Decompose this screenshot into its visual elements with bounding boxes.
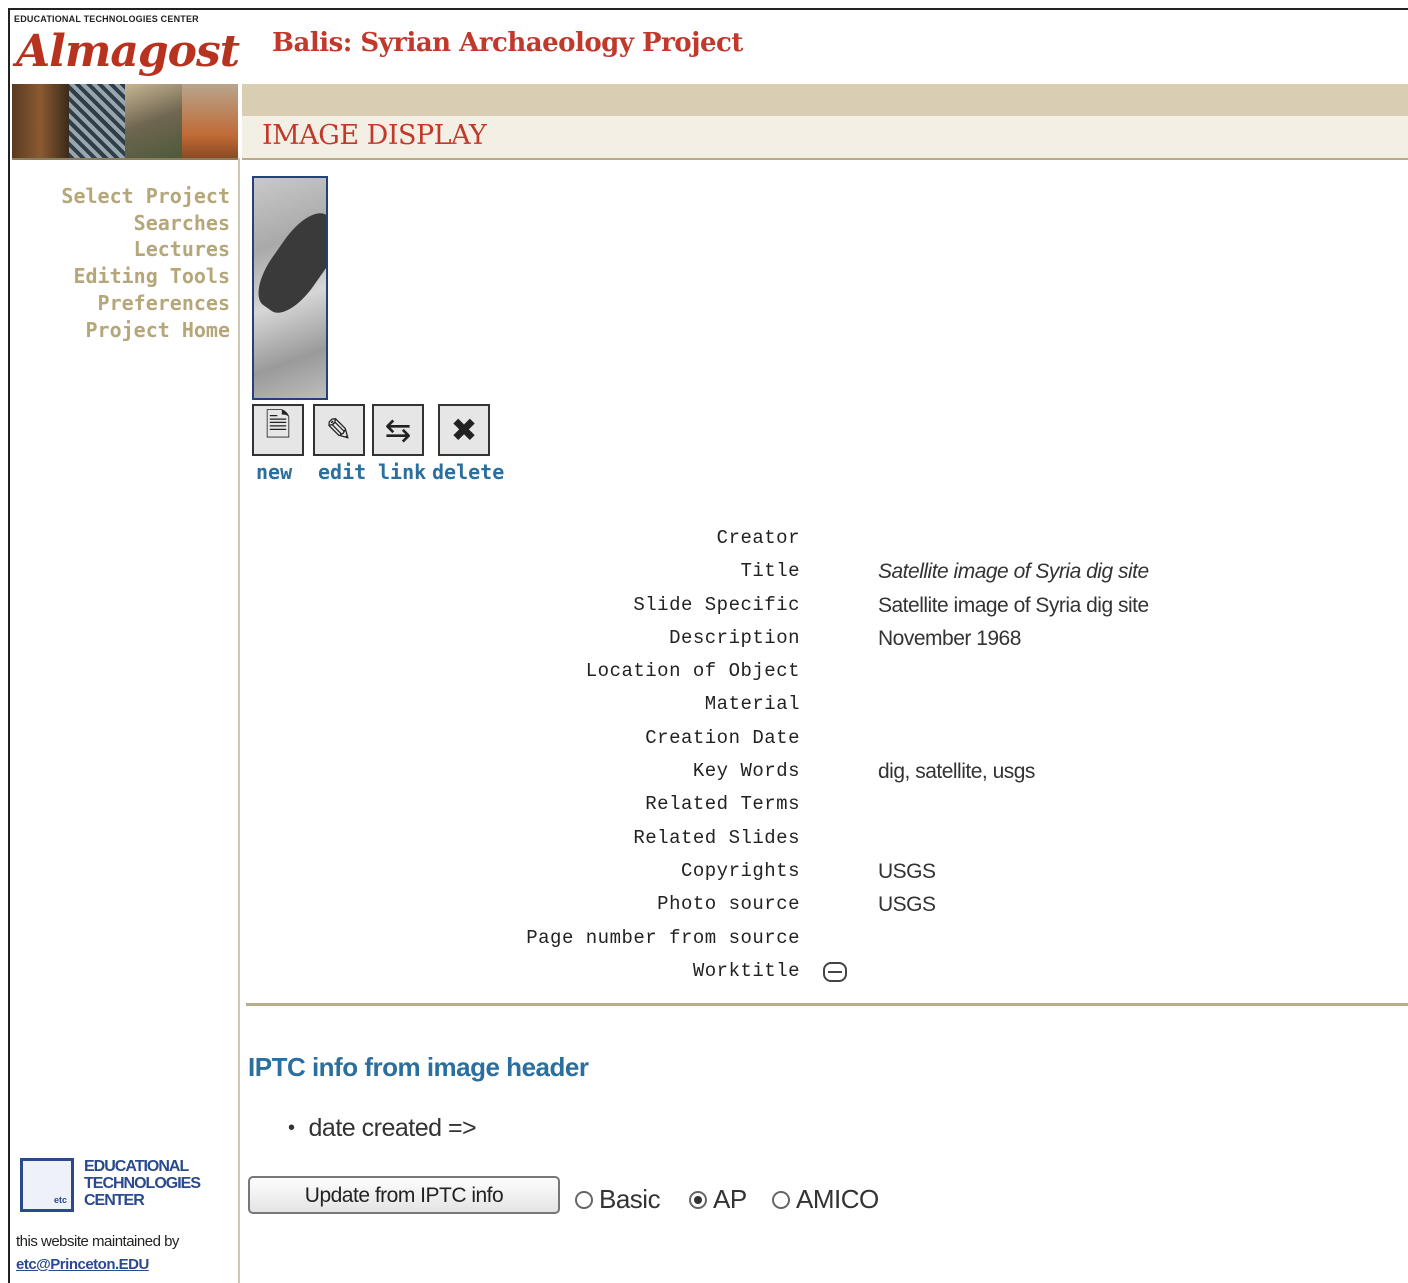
table-row: Location of Object [240,660,1340,693]
metadata-table: Creator Title Satellite image of Syria d… [240,527,1340,993]
field-label: Photo source [657,893,800,916]
field-value: Satellite image of Syria dig site [878,593,1149,617]
delete-link[interactable]: delete [432,460,504,484]
sidebar-item-project-home[interactable]: Project Home [61,317,231,344]
radio-basic-label: Basic [599,1184,661,1214]
radio-ap-label: AP [713,1184,747,1214]
radio-amico-label: AMICO [796,1184,879,1214]
logo-org-text: EDUCATIONAL TECHNOLOGIES CENTER [14,14,199,24]
field-label: Material [704,693,800,716]
almagost-logo[interactable]: EDUCATIONAL TECHNOLOGIES CENTER Almagost [12,12,240,158]
table-row: Related Slides [240,827,1340,860]
logo-wordmark: Almagost [16,26,240,77]
update-from-iptc-button[interactable]: Update from IPTC info [248,1176,560,1214]
table-row: Key Words dig, satellite, usgs [240,760,1340,793]
table-row: Copyrights USGS [240,860,1340,893]
field-label: Title [740,560,800,583]
field-label: Key Words [692,760,800,783]
link-link[interactable]: link [378,460,426,484]
etc-name-line: TECHNOLOGIES [84,1175,201,1192]
edit-link[interactable]: edit [318,460,366,484]
logo-collage-image [12,84,238,158]
field-label: Slide Specific [633,593,800,616]
new-link[interactable]: new [256,460,292,484]
field-value: dig, satellite, usgs [878,760,1035,784]
iptc-heading: IPTC info from image header [248,1052,589,1082]
etc-logo-text: etc [53,1195,67,1205]
sidebar-item-select-project[interactable]: Select Project [61,183,230,210]
table-row: Slide Specific Satellite image of Syria … [240,594,1340,627]
delete-icon[interactable]: ✖ [438,404,490,456]
table-row: Material [240,693,1340,726]
etc-name-line: EDUCATIONAL [84,1158,189,1175]
radio-ap[interactable]: AP [689,1184,747,1215]
field-label: Description [669,626,800,649]
etc-logo[interactable]: etc [20,1158,74,1212]
image-thumbnail[interactable] [252,176,328,400]
table-row: Photo source USGS [240,893,1340,926]
table-row: Page number from source [240,927,1340,960]
table-row: Title Satellite image of Syria dig site [240,560,1340,593]
table-row: Creator [240,527,1340,560]
radio-amico[interactable]: AMICO [772,1184,879,1215]
table-row: Related Terms [240,793,1340,826]
sidebar-item-preferences[interactable]: Preferences [61,290,230,317]
section-divider [246,1003,1408,1006]
field-label: Creation Date [645,726,800,749]
contact-email-link[interactable]: etc@Princeton.EDU [16,1256,149,1273]
sidebar-top-rule [12,158,240,160]
link-icon[interactable]: ⇆ [372,404,424,456]
radio-amico-circle[interactable] [772,1190,790,1209]
radio-ap-circle[interactable] [689,1190,707,1209]
field-value: November 1968 [878,626,1021,650]
field-label: Location of Object [585,660,800,683]
new-icon[interactable]: 🗎 [252,404,304,456]
field-label: Related Slides [633,826,800,849]
etc-name: EDUCATIONAL TECHNOLOGIES CENTER [84,1158,201,1209]
field-value: USGS [878,859,936,883]
maintained-by-text: this website maintained by [16,1233,179,1250]
iptc-list: date created => [288,1114,477,1143]
field-label: Copyrights [680,859,800,882]
edit-icon[interactable]: ✎ [313,404,365,456]
sidebar-item-editing-tools[interactable]: Editing Tools [61,263,230,290]
list-item: date created => [288,1114,477,1143]
site-title: Balis: Syrian Archaeology Project [272,28,743,58]
header-band [242,84,1408,116]
field-label: Page number from source [526,926,800,949]
field-value: Satellite image of Syria dig site [878,560,1149,584]
page-title: IMAGE DISPLAY [262,120,487,151]
thumbnail-river-shape [254,203,326,323]
worktitle-link-icon[interactable] [823,961,847,982]
field-label: Creator [716,527,800,549]
sidebar-item-lectures[interactable]: Lectures [61,236,230,263]
field-label: Worktitle [692,959,800,982]
radio-basic[interactable]: Basic [575,1184,661,1215]
table-row: Creation Date [240,727,1340,760]
etc-name-line: CENTER [84,1192,145,1209]
radio-basic-circle[interactable] [575,1190,593,1209]
table-row: Description November 1968 [240,627,1340,660]
table-row: Worktitle [240,960,1340,993]
sidebar-nav: Select Project Searches Lectures Editing… [61,183,230,343]
sidebar-item-searches[interactable]: Searches [61,210,230,237]
field-label: Related Terms [645,793,800,816]
field-value: USGS [878,893,936,917]
